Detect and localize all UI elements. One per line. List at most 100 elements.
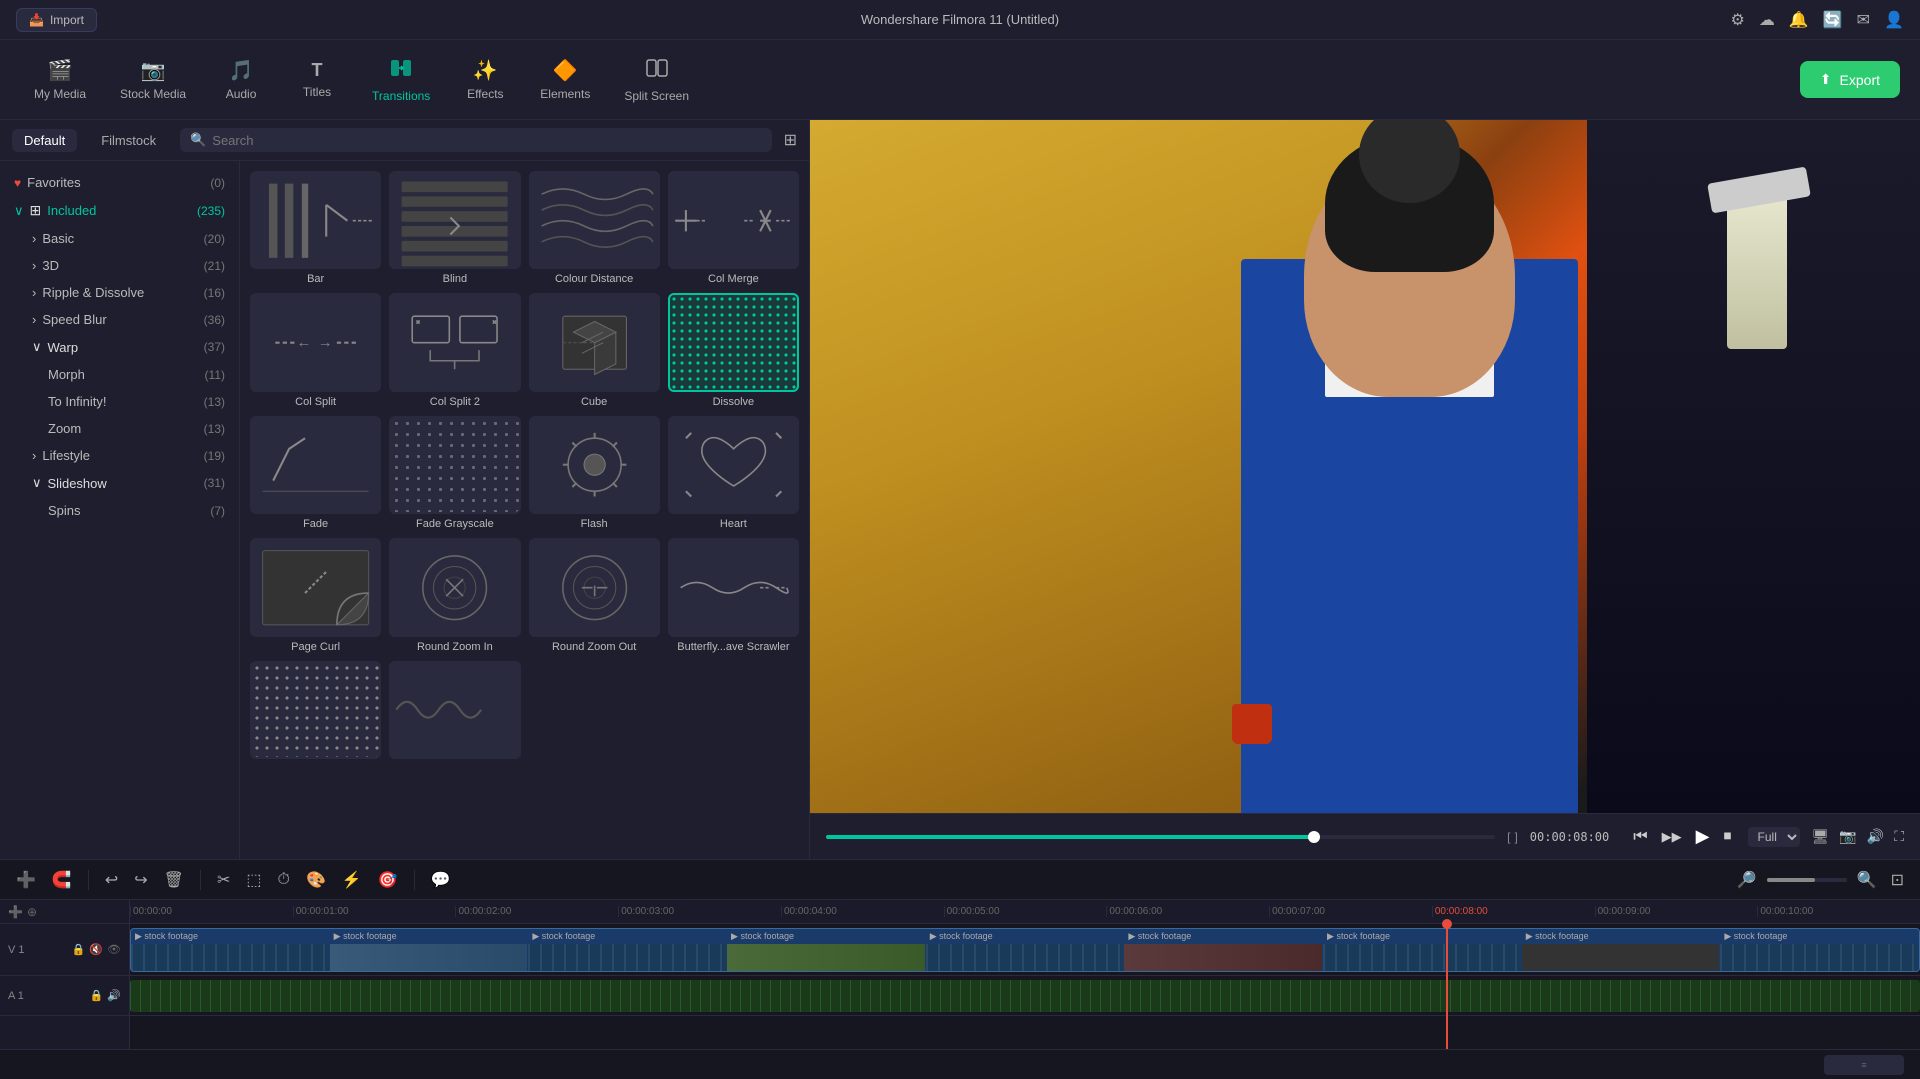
toolbar-titles[interactable]: T Titles	[282, 52, 352, 107]
toolbar-elements[interactable]: 🔶 Elements	[526, 50, 604, 109]
import-button[interactable]: 📥 Import	[16, 8, 97, 32]
transition-dissolve[interactable]: Dissolve	[668, 293, 799, 407]
transition-fade[interactable]: Fade	[250, 416, 381, 530]
transition-blind[interactable]: Blind	[389, 171, 520, 285]
transition-col-split-2[interactable]: Col Split 2	[389, 293, 520, 407]
sidebar-item-included[interactable]: ∨ ⊞ Included (235)	[0, 196, 239, 225]
transition-partial1[interactable]	[250, 661, 381, 763]
toolbar-effects[interactable]: ✨ Effects	[450, 50, 520, 109]
transition-round-zoom-out[interactable]: Round Zoom Out	[529, 538, 660, 652]
play-button[interactable]: ▶	[1692, 822, 1714, 851]
cut-icon[interactable]: ✂	[213, 866, 234, 894]
transition-bar[interactable]: Bar	[250, 171, 381, 285]
toolbar-audio[interactable]: 🎵 Audio	[206, 50, 276, 109]
search-input[interactable]	[212, 133, 761, 148]
v1-lock-icon[interactable]: 🔒	[72, 943, 86, 956]
transition-round-zoom-in[interactable]: Round Zoom In	[389, 538, 520, 652]
zoom-slider[interactable]	[1767, 878, 1847, 882]
sidebar-item-spins[interactable]: Spins (7)	[0, 497, 239, 524]
quality-select[interactable]: Full 1/2 1/4	[1748, 827, 1800, 847]
sidebar-item-infinity[interactable]: To Infinity! (13)	[0, 388, 239, 415]
tab-filmstock[interactable]: Filmstock	[89, 129, 168, 152]
transition-heart[interactable]: Heart	[668, 416, 799, 530]
sidebar-item-slideshow[interactable]: ∨ Slideshow (31)	[0, 469, 239, 497]
sidebar-item-basic[interactable]: › Basic (20)	[0, 225, 239, 252]
monitor-icon[interactable]: 🖥	[1812, 828, 1830, 845]
clip-strip-v1[interactable]: ▶ stock footage ▶ stock footage ▶ stock …	[130, 928, 1920, 972]
timeline-ruler: 00:00:00 00:00:01:00 00:00:02:00 00:00:0…	[130, 900, 1920, 924]
transition-pagecurl-label: Page Curl	[291, 641, 340, 653]
delete-icon[interactable]: 🗑	[160, 866, 188, 894]
sidebar-item-warp[interactable]: ∨ Warp (37)	[0, 333, 239, 361]
notifications-icon[interactable]: 🔔	[1789, 10, 1809, 30]
volume-icon[interactable]: 🔊	[1867, 828, 1884, 845]
redo-icon[interactable]: ↪	[130, 866, 151, 894]
user-icon[interactable]: 👤	[1884, 10, 1904, 30]
toolbar-split-screen[interactable]: Split Screen	[610, 49, 703, 111]
caption-icon[interactable]: 💬	[427, 866, 455, 894]
frame-back-button[interactable]: ⏮	[1629, 824, 1651, 850]
v1-eye-icon[interactable]: 👁	[107, 943, 121, 956]
sidebar-item-speedblur[interactable]: › Speed Blur (36)	[0, 306, 239, 333]
sidebar-item-ripple[interactable]: › Ripple & Dissolve (16)	[0, 279, 239, 306]
transition-page-curl[interactable]: Page Curl	[250, 538, 381, 652]
sidebar-item-favorites[interactable]: ♥ Favorites (0)	[0, 169, 239, 196]
messages-icon[interactable]: 🔄	[1823, 10, 1843, 30]
sidebar-morph-count: (11)	[205, 368, 225, 382]
transition-partial2[interactable]	[389, 661, 520, 763]
settings-icon[interactable]: ⚙	[1730, 10, 1744, 30]
toolbar-my-media[interactable]: 🎬 My Media	[20, 50, 100, 109]
timeline-add-icon[interactable]: ➕	[8, 905, 23, 919]
transition-butterfly[interactable]: Butterfly...ave Scrawler	[668, 538, 799, 652]
transition-colour-distance[interactable]: Colour Distance	[529, 171, 660, 285]
play-slow-button[interactable]: ▶▶	[1658, 825, 1686, 849]
toolbar-transitions[interactable]: Transitions	[358, 49, 444, 111]
sidebar-item-3d[interactable]: › 3D (21)	[0, 252, 239, 279]
cloud-icon[interactable]: ☁	[1759, 10, 1775, 30]
sidebar-item-lifestyle[interactable]: › Lifestyle (19)	[0, 442, 239, 469]
a1-lock-icon[interactable]: 🔒	[90, 989, 104, 1002]
screenshot-icon[interactable]: 📷	[1839, 828, 1856, 845]
sidebar-included-label: Included	[47, 203, 96, 218]
speed-icon[interactable]: ⚡	[338, 866, 366, 894]
export-button[interactable]: ⬆ Export	[1800, 61, 1900, 98]
fit-timeline-icon[interactable]: ⊡	[1887, 866, 1908, 894]
transition-butterfly-label: Butterfly...ave Scrawler	[677, 641, 789, 653]
transition-dissolve-thumb	[668, 293, 799, 391]
undo-icon[interactable]: ↩	[101, 866, 122, 894]
transition-colour-label: Colour Distance	[555, 273, 633, 285]
snap-icon[interactable]: 🧲	[48, 866, 76, 894]
add-track-icon[interactable]: ➕	[12, 866, 40, 894]
svg-text:←: ←	[297, 335, 312, 351]
expand-icon[interactable]: ⛶	[1894, 828, 1904, 845]
transition-fade-grayscale[interactable]: Fade Grayscale	[389, 416, 520, 530]
transition-col-split[interactable]: ← → Col Split	[250, 293, 381, 407]
v1-speaker-icon[interactable]: 🔇	[89, 943, 103, 956]
clip-thumb-3	[528, 944, 726, 971]
transition-col-merge[interactable]: Col Merge	[668, 171, 799, 285]
grid-options-icon[interactable]: ⊞	[784, 130, 797, 150]
tab-default[interactable]: Default	[12, 129, 77, 152]
stop-button[interactable]: ⏹	[1720, 824, 1736, 850]
sidebar-spins-label: Spins	[48, 503, 81, 518]
sidebar-item-zoom[interactable]: Zoom (13)	[0, 415, 239, 442]
history-icon[interactable]: ⏱	[274, 867, 294, 893]
chevron-down-icon: ∨	[14, 203, 24, 219]
chevron-right-icon-ripple: ›	[32, 285, 36, 300]
sidebar-warp-label: Warp	[48, 340, 79, 355]
zoom-in-icon[interactable]: 🔍	[1853, 866, 1881, 894]
stock-media-icon: 📷	[141, 58, 166, 83]
progress-bar[interactable]	[826, 835, 1495, 839]
stabilize-icon[interactable]: 🎯	[374, 866, 402, 894]
crop-icon[interactable]: ⬚	[242, 866, 265, 894]
a1-speaker-icon[interactable]: 🔊	[107, 989, 121, 1002]
zoom-out-icon[interactable]: 🔎	[1733, 866, 1761, 894]
timeline-magnet-icon[interactable]: ⊕	[27, 905, 37, 919]
transition-cube[interactable]: Cube	[529, 293, 660, 407]
transition-flash[interactable]: Flash	[529, 416, 660, 530]
toolbar-stock-media[interactable]: 📷 Stock Media	[106, 50, 200, 109]
clip-label-3: ▶ stock footage	[528, 929, 726, 944]
sidebar-item-morph[interactable]: Morph (11)	[0, 361, 239, 388]
mail-icon[interactable]: ✉	[1857, 10, 1870, 30]
color-icon[interactable]: 🎨	[302, 866, 330, 894]
